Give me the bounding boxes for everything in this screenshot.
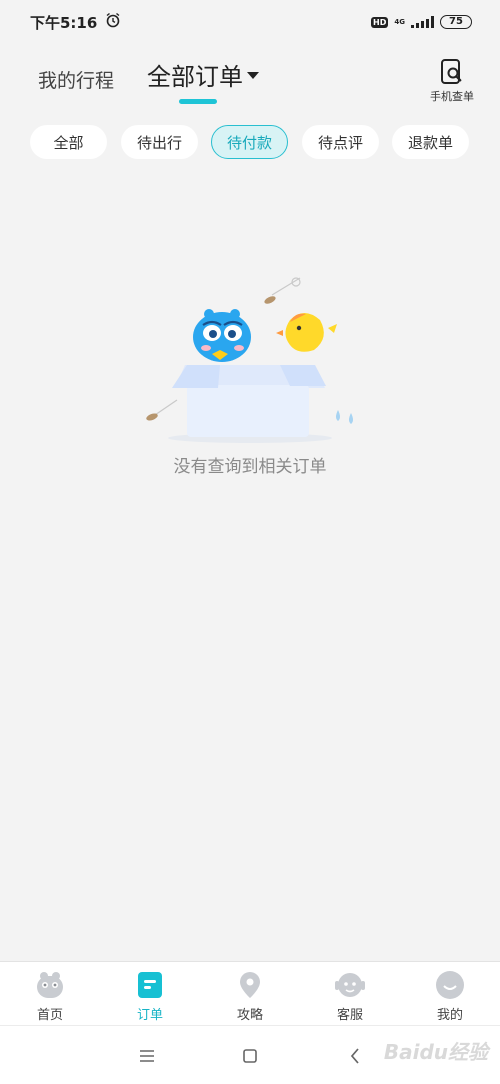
nav-label-profile: 我的 [436, 1008, 463, 1023]
bottom-navigation: 首页 订单 攻略 客服 我的 [0, 961, 500, 1025]
empty-state: 没有查询到相关订单 [0, 270, 500, 490]
status-bar: 下午5:16 HD 4G 75 [0, 0, 500, 44]
tab-all-orders-label: 全部订单 [147, 63, 243, 91]
phone-lookup-label: 手机查单 [430, 90, 474, 103]
nav-item-profile[interactable]: 我的 [400, 962, 500, 1025]
nav-item-orders[interactable]: 订单 [100, 962, 200, 1025]
nav-label-orders: 订单 [136, 1008, 163, 1023]
nav-label-home: 首页 [36, 1008, 63, 1023]
nav-item-home[interactable]: 首页 [0, 962, 100, 1025]
caret-down-icon [247, 72, 259, 79]
back-chevron-icon[interactable] [343, 1044, 367, 1068]
home-square-icon[interactable] [238, 1044, 262, 1068]
tab-my-trip[interactable]: 我的行程 [38, 66, 114, 93]
order-header: 我的行程 全部订单 手机查单 [0, 44, 500, 114]
filter-chip-all[interactable]: 全部 [30, 125, 107, 159]
order-icon [138, 972, 162, 998]
filter-chip-to-review[interactable]: 待点评 [302, 125, 379, 159]
filter-chip-refund[interactable]: 退款单 [392, 125, 469, 159]
phone-search-icon [441, 59, 462, 84]
profile-icon [436, 971, 464, 999]
empty-box-mascot-illustration [146, 277, 353, 443]
order-filter-bar: 全部 待出行 待付款 待点评 退款单 [0, 125, 500, 161]
menu-icon[interactable] [135, 1044, 159, 1068]
battery-icon: 75 [440, 15, 472, 29]
tab-all-orders[interactable]: 全部订单 [147, 57, 259, 92]
active-tab-indicator [179, 99, 217, 104]
filter-chip-to-pay[interactable]: 待付款 [211, 125, 288, 159]
network-indicator: 4G [394, 18, 405, 26]
customer-service-icon [335, 973, 365, 997]
hd-badge: HD [371, 16, 389, 28]
nav-item-guide[interactable]: 攻略 [200, 962, 300, 1025]
baidu-watermark: Baidu经验 [383, 1040, 488, 1064]
signal-icon [411, 16, 434, 28]
nav-label-service: 客服 [336, 1008, 363, 1023]
phone-lookup-button[interactable]: 手机查单 [430, 58, 474, 104]
nav-label-guide: 攻略 [236, 1008, 263, 1023]
alarm-icon [105, 12, 121, 32]
status-time: 下午5:16 [30, 13, 98, 32]
home-mascot-icon [37, 972, 63, 998]
filter-chip-to-travel[interactable]: 待出行 [121, 125, 198, 159]
empty-message: 没有查询到相关订单 [173, 457, 327, 477]
location-pin-icon [240, 972, 260, 998]
system-navigation-bar: Baidu经验 [0, 1025, 500, 1084]
nav-item-service[interactable]: 客服 [300, 962, 400, 1025]
